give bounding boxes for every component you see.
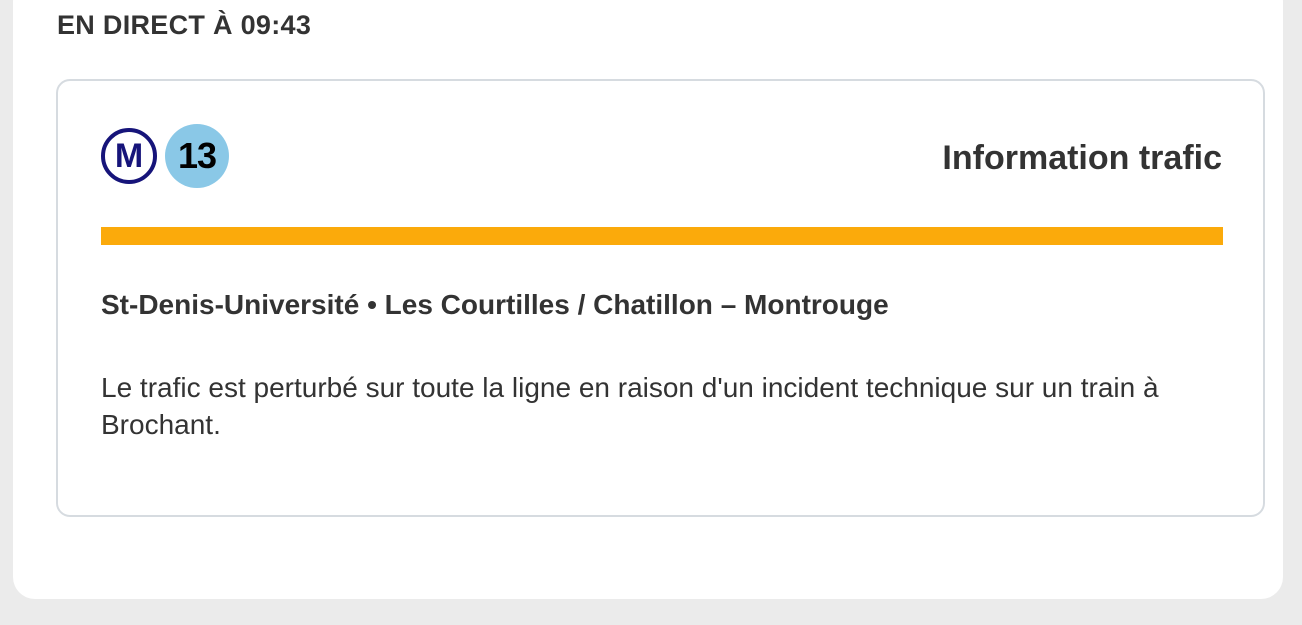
affected-section: St-Denis-Université • Les Courtilles / C… xyxy=(101,289,889,320)
traffic-info-card[interactable]: M 13 Information trafic St-Denis-Univers… xyxy=(56,79,1265,517)
traffic-message: Le trafic est perturbé sur toute la lign… xyxy=(101,372,1159,440)
metro-icon: M xyxy=(101,128,157,184)
traffic-widget: EN DIRECT À 09:43 M 13 Information trafi… xyxy=(13,0,1283,599)
line-13-icon: 13 xyxy=(165,124,229,188)
line-badges: M 13 xyxy=(101,124,229,188)
live-timestamp: EN DIRECT À 09:43 xyxy=(57,10,312,40)
card-title: Information trafic xyxy=(942,139,1222,177)
severity-bar xyxy=(101,227,1223,245)
